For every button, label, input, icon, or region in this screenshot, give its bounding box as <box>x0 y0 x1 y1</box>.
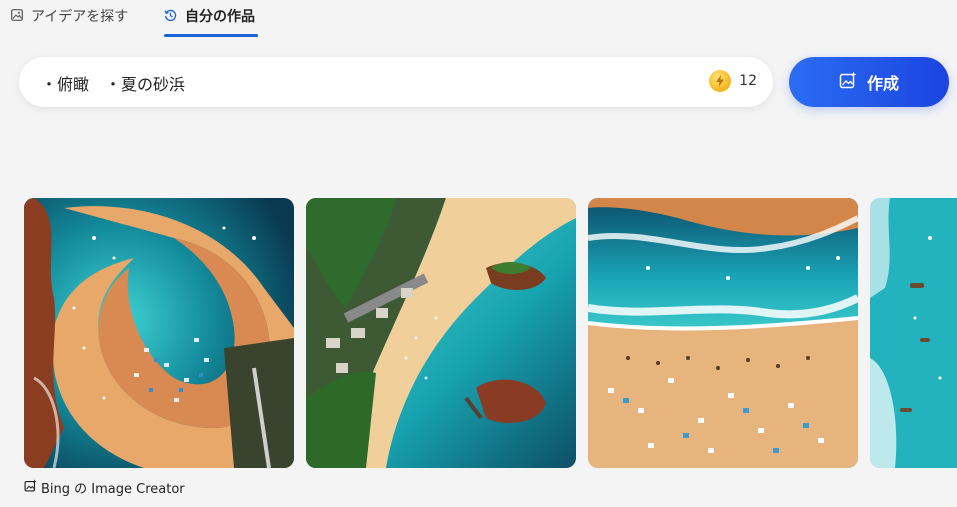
tab-explore-label: アイデアを探す <box>31 9 129 25</box>
image-sparkle-icon <box>839 71 857 93</box>
tab-my-creations-label: 自分の作品 <box>185 9 255 25</box>
beach-image-4[interactable] <box>870 198 957 468</box>
prompt-input[interactable]: ・俯瞰 ・夏の砂浜 12 <box>19 57 773 107</box>
boost-count: 12 <box>739 73 757 89</box>
caption-text: Bing の Image Creator <box>41 482 185 497</box>
history-icon <box>164 6 177 26</box>
image-icon <box>11 6 23 25</box>
boost-counter[interactable]: 12 <box>709 70 757 92</box>
tab-my-creations[interactable]: 自分の作品 <box>164 6 255 36</box>
image-creator-caption: Bing の Image Creator <box>24 478 185 497</box>
boost-coin-icon <box>709 70 732 92</box>
image-gallery <box>24 198 957 468</box>
active-tab-indicator <box>164 34 258 37</box>
tab-explore-ideas[interactable]: アイデアを探す <box>11 6 128 36</box>
tab-bar: アイデアを探す 自分の作品 <box>0 0 957 40</box>
beach-image-3[interactable] <box>588 198 858 468</box>
create-button-label: 作成 <box>866 74 899 93</box>
prompt-text[interactable]: ・俯瞰 ・夏の砂浜 <box>41 71 185 95</box>
image-sparkle-icon <box>24 479 37 496</box>
create-button[interactable]: 作成 <box>789 57 949 107</box>
beach-image-2[interactable] <box>306 198 576 468</box>
beach-image-1[interactable] <box>24 198 294 468</box>
